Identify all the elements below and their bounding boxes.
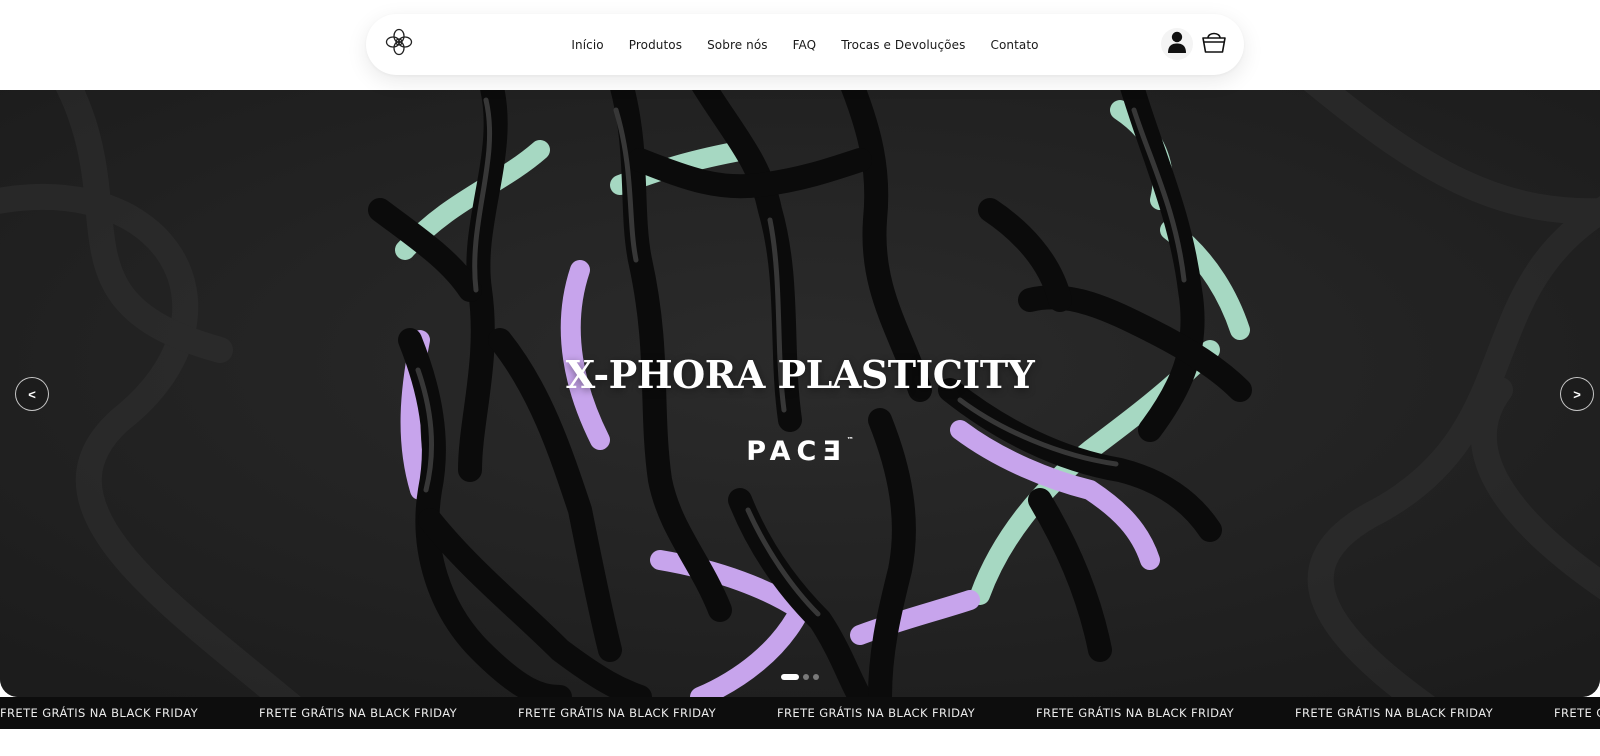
ticker-item: FRETE GRÁTIS NA BLACK FRIDAY — [259, 706, 458, 720]
cart-button[interactable] — [1198, 28, 1230, 60]
ticker-item: FRETE GRÁTIS NA BLACK FRIDAY — [1036, 706, 1235, 720]
nav-item-faq[interactable]: FAQ — [780, 38, 829, 52]
nav-item-produtos[interactable]: Produtos — [616, 38, 694, 52]
slider-dot-3[interactable] — [813, 674, 819, 680]
user-icon — [1166, 30, 1188, 58]
brand-name: PACƎ — [746, 436, 847, 467]
hero-slider: X-PHORA PLASTICITY PACƎ™ < > — [0, 90, 1600, 697]
slider-dot-1[interactable] — [781, 674, 799, 680]
ticker-item: FRETE GRÁTIS NA BLACK FRIDAY — [518, 706, 717, 720]
ticker-item: FRETE GRÁTIS NA BLACK FRIDAY — [0, 706, 199, 720]
ticker-item: FRETE GRÁTIS NA BLACK FRIDAY — [1554, 706, 1600, 720]
shopping-bag-icon — [1200, 28, 1228, 60]
brand-logo: PACƎ™ — [0, 436, 1600, 467]
nav-item-sobre-nos[interactable]: Sobre nós — [695, 38, 781, 52]
ticker-item: FRETE GRÁTIS NA BLACK FRIDAY — [777, 706, 976, 720]
hero-title: X-PHORA PLASTICITY — [565, 352, 1035, 397]
slider-prev-button[interactable]: < — [15, 377, 49, 411]
nav-item-inicio[interactable]: Início — [559, 38, 616, 52]
ticker-track: FRETE GRÁTIS NA BLACK FRIDAY FRETE GRÁTI… — [0, 697, 1600, 729]
nav-item-trocas-devolucoes[interactable]: Trocas e Devoluções — [829, 38, 978, 52]
promo-ticker: FRETE GRÁTIS NA BLACK FRIDAY FRETE GRÁTI… — [0, 697, 1600, 729]
slider-pagination — [781, 674, 819, 680]
main-navbar: Início Produtos Sobre nós FAQ Trocas e D… — [366, 14, 1244, 75]
site-header: Início Produtos Sobre nós FAQ Trocas e D… — [0, 0, 1600, 90]
page: Início Produtos Sobre nós FAQ Trocas e D… — [0, 0, 1600, 756]
account-button[interactable] — [1161, 28, 1193, 60]
trademark-mark: ™ — [846, 436, 854, 444]
nav-item-contato[interactable]: Contato — [978, 38, 1051, 52]
slider-next-button[interactable]: > — [1560, 377, 1594, 411]
ticker-item: FRETE GRÁTIS NA BLACK FRIDAY — [1295, 706, 1494, 720]
slider-dot-2[interactable] — [803, 674, 809, 680]
nav-menu: Início Produtos Sobre nós FAQ Trocas e D… — [366, 14, 1244, 75]
